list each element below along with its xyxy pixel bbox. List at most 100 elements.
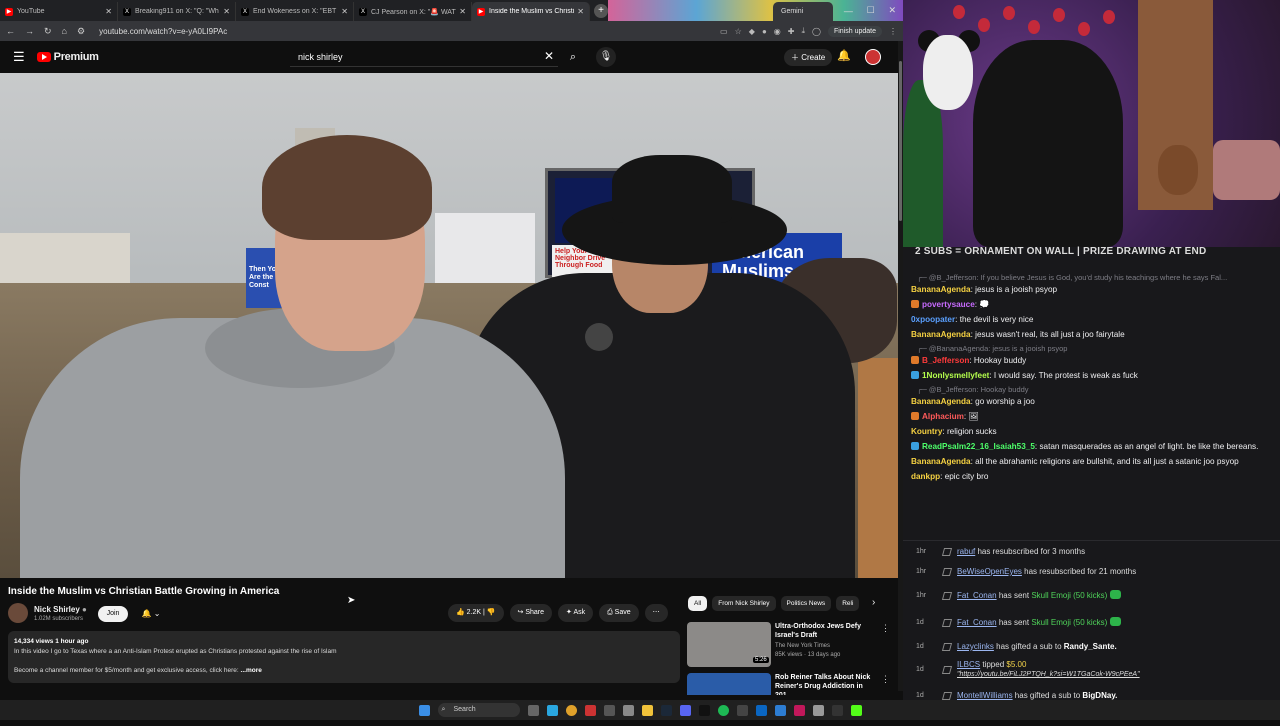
bookmark-star-icon[interactable]: ☆ [735,27,742,36]
site-info-icon[interactable]: ⚙ [77,26,85,37]
app-icon[interactable] [793,704,805,716]
filter-chip[interactable]: Reli [836,596,860,611]
back-icon[interactable]: ← [6,26,15,36]
channel-name[interactable]: Nick Shirley ● [34,605,87,614]
reload-icon[interactable]: ↻ [44,26,52,37]
browser-tab[interactable]: X End Wokeness on X: "EBT ✕ [236,2,354,21]
app-icon[interactable] [622,704,634,716]
new-tab-icon[interactable]: + [594,3,608,18]
ask-button[interactable]: ✦ Ask [558,604,594,622]
close-tab-icon[interactable]: ✕ [341,7,348,16]
extension-icon[interactable]: ◆ [749,27,755,36]
search-input[interactable]: nick shirley ✕ [290,47,558,67]
join-button[interactable]: Join [98,606,128,622]
app-icon[interactable] [755,704,767,716]
chat-username[interactable]: 1Nonlysmellyfeet [922,371,989,380]
cast-icon[interactable]: ▭ [720,27,728,36]
chat-username[interactable]: BananaAgenda [911,330,971,339]
subscribe-bell-icon[interactable]: 🔔 ⌄ [136,606,166,622]
filter-chip[interactable]: From Nick Shirley [712,596,776,611]
url-field[interactable]: youtube.com/watch?v=e-yA0LI9PAc [99,27,227,36]
browser-tab[interactable]: X Breaking911 on X: "Q: "Wh ✕ [118,2,236,21]
app-icon[interactable] [812,704,824,716]
minimize-icon[interactable]: — [844,6,853,16]
chat-username[interactable]: BananaAgenda [911,397,971,406]
close-tab-icon[interactable]: ✕ [105,7,112,16]
chat-username[interactable]: BananaAgenda [911,457,971,466]
share-button[interactable]: ↪ Share [509,604,553,622]
chat-username[interactable]: Kountry [911,427,942,436]
app-icon[interactable] [584,704,596,716]
account-avatar[interactable] [865,49,881,65]
chat-username[interactable]: Alphacium [922,412,964,421]
download-icon[interactable]: ⤓ [801,26,805,36]
task-view-icon[interactable] [527,704,539,716]
alert-username[interactable]: BeWiseOpenEyes [957,567,1022,576]
maximize-icon[interactable]: ☐ [867,5,875,16]
menu-icon[interactable]: ☰ [13,49,25,65]
extension-icon[interactable]: ● [762,27,767,36]
close-tab-icon[interactable]: ✕ [459,7,466,16]
search-icon[interactable]: ⌕ [563,47,583,67]
chat-username[interactable]: B_Jefferson [922,356,969,365]
recommendation-item[interactable]: Rob Reiner Talks About Nick Reiner's Dru… [687,673,892,695]
close-window-icon[interactable]: ✕ [889,5,897,16]
alert-username[interactable]: ILBCS [957,660,980,669]
start-icon[interactable] [418,704,430,716]
more-options-icon[interactable]: ⋮ [881,674,890,685]
filter-chip[interactable]: All [688,596,708,611]
steam-icon[interactable] [660,704,672,716]
app-icon[interactable] [774,704,786,716]
extensions-puzzle-icon[interactable]: ✚ [788,27,795,36]
discord-icon[interactable] [679,704,691,716]
finish-update-button[interactable]: Finish update [827,25,882,37]
recommendation-title[interactable]: Ultra-Orthodox Jews Defy Israel's Draft [775,622,880,640]
alert-username[interactable]: Fat_Conan [957,618,997,627]
video-player[interactable]: Help Your Neighbor Drive Through Food Th… [0,73,898,578]
kick-icon[interactable] [850,704,862,716]
like-button[interactable]: 👍 2.2K | 👎 [448,604,504,622]
recommendation-item[interactable]: 5:26 Ultra-Orthodox Jews Defy Israel's D… [687,622,892,667]
clear-search-icon[interactable]: ✕ [544,49,554,63]
youtube-logo[interactable]: Premium [36,51,99,63]
close-tab-icon[interactable]: ✕ [577,7,584,16]
more-actions-icon[interactable]: ⋯ [644,604,668,622]
alert-username[interactable]: MontellWilliams [957,691,1013,700]
chat-username[interactable]: povertysauce [922,300,975,309]
create-button[interactable]: ＋ Create [784,49,833,66]
more-link[interactable]: ...more [241,667,262,674]
taskbar-search[interactable]: ⌕ Search [437,703,520,717]
extension-icon[interactable]: ◉ [774,27,781,36]
alert-link[interactable]: "https://youtu.be/FiLJ2PTQH_k?si=W1TGaCo… [957,670,1140,680]
chevron-right-icon[interactable]: › [872,597,875,608]
scrollbar-thumb[interactable] [899,61,902,221]
forward-icon[interactable]: → [25,26,34,36]
edge-icon[interactable] [546,704,558,716]
chat-username[interactable]: BananaAgenda [911,285,971,294]
recommendation-title[interactable]: Rob Reiner Talks About Nick Reiner's Dru… [775,673,880,695]
browser-tab[interactable]: ▶ Inside the Muslim vs Christi ✕ [472,2,590,21]
filter-chip[interactable]: Politics News [780,596,832,611]
close-tab-icon[interactable]: ✕ [223,7,230,16]
browser-tab[interactable]: ▶ YouTube ✕ [0,2,118,21]
save-button[interactable]: ⎙ Save [599,604,639,622]
app-icon[interactable] [831,704,843,716]
tab-gemini[interactable]: Gemini [773,2,833,21]
menu-dots-icon[interactable]: ⋮ [889,27,897,36]
app-icon[interactable] [603,704,615,716]
profile-avatar-icon[interactable]: ◯ [812,27,821,36]
file-explorer-icon[interactable] [641,704,653,716]
chat-username[interactable]: ReadPsalm22_16_Isaiah53_5 [922,442,1035,451]
channel-avatar[interactable] [8,603,28,623]
alert-username[interactable]: Lazyclinks [957,642,994,651]
home-icon[interactable]: ⌂ [62,26,67,36]
description-box[interactable]: 14,334 views 1 hour ago In this video I … [8,631,680,683]
app-icon[interactable] [736,704,748,716]
spotify-icon[interactable] [717,704,729,716]
alert-username[interactable]: Fat_Conan [957,591,997,600]
more-options-icon[interactable]: ⋮ [881,623,890,634]
chrome-icon[interactable] [565,704,577,716]
browser-tab[interactable]: X CJ Pearson on X: "🚨 WAT ✕ [354,2,472,21]
chat-username[interactable]: dankpp [911,472,940,481]
app-icon[interactable] [698,704,710,716]
